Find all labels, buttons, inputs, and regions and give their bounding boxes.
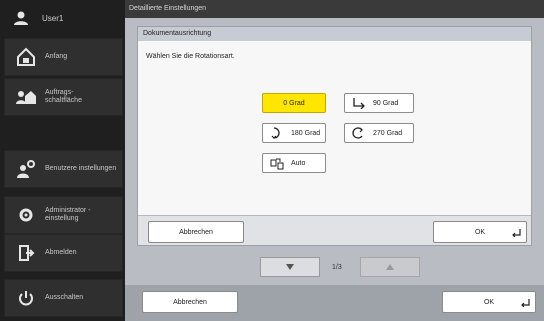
dialog-ok-button[interactable]: OK xyxy=(433,221,527,243)
option-label: 90 Grad xyxy=(373,99,399,107)
button-label: OK xyxy=(483,298,495,306)
option-0-grad[interactable]: 0 Grad xyxy=(262,93,326,113)
sidebar-item-user-settings[interactable]: Benutzere instellungen xyxy=(4,150,123,188)
rotate-90-icon xyxy=(351,96,367,110)
option-label: 270 Grad xyxy=(373,129,403,137)
sidebar-item-logout[interactable]: Abmelden xyxy=(4,234,123,272)
triangle-up-icon xyxy=(386,263,394,272)
enter-icon xyxy=(520,299,530,309)
sidebar-item-label: Abmelden xyxy=(45,249,77,256)
enter-icon xyxy=(511,229,521,239)
page-down-button[interactable] xyxy=(260,257,320,277)
page-indicator: 1/3 xyxy=(332,264,342,271)
admin-settings-icon xyxy=(15,204,37,226)
option-label: Auto xyxy=(291,159,306,167)
dialog-body: Wählen Sie die Rotationsart. 0 Grad 90 G… xyxy=(138,41,531,215)
option-label: 180 Grad xyxy=(291,129,321,137)
cancel-button[interactable]: Abbrechen xyxy=(142,291,238,313)
user-settings-icon xyxy=(15,158,37,180)
main-area: Detaillierte Einstellungen Dokumentausri… xyxy=(125,0,544,321)
ok-button[interactable]: OK xyxy=(442,291,536,313)
sidebar-item-label: Auftrags- schaltfläche xyxy=(45,89,82,104)
sidebar-item-power[interactable]: Ausschalten xyxy=(4,279,123,317)
option-270-grad[interactable]: 270 Grad xyxy=(344,123,414,143)
user-icon xyxy=(10,7,32,29)
orientation-dialog: Dokumentausrichtung Wählen Sie die Rotat… xyxy=(137,26,532,246)
sidebar-item-label: Anfang xyxy=(45,53,68,60)
option-label: 0 Grad xyxy=(283,99,305,107)
sidebar-item-admin-settings[interactable]: Administrator - einstellung xyxy=(4,196,123,234)
sidebar-item-home[interactable]: Anfang xyxy=(4,38,123,76)
page-up-button[interactable] xyxy=(360,257,420,277)
job-buttons-icon xyxy=(15,86,37,108)
button-label: OK xyxy=(474,228,486,236)
option-180-grad[interactable]: 180 Grad xyxy=(262,123,326,143)
power-icon xyxy=(15,287,37,309)
sidebar-item-label: Benutzere instellungen xyxy=(45,165,117,172)
sidebar: User1 Anfang Auftrags- schaltfläche Benu… xyxy=(0,0,125,321)
dialog-footer: Abbrechen OK xyxy=(138,215,531,245)
bottom-bar: Abbrechen OK xyxy=(125,285,544,321)
rotate-180-icon xyxy=(269,126,285,140)
dialog-cancel-button[interactable]: Abbrechen xyxy=(148,221,244,243)
sidebar-item-label: Ausschalten xyxy=(45,294,84,301)
dialog-prompt: Wählen Sie die Rotationsart. xyxy=(146,53,235,60)
user-row: User1 xyxy=(0,0,125,36)
sidebar-item-job-buttons[interactable]: Auftrags- schaltfläche xyxy=(4,78,123,116)
sidebar-item-label: Administrator - einstellung xyxy=(45,207,91,222)
home-icon xyxy=(15,46,37,68)
option-auto[interactable]: Auto xyxy=(262,153,326,173)
triangle-down-icon xyxy=(286,263,294,272)
button-label: Abbrechen xyxy=(173,298,207,306)
logout-icon xyxy=(15,242,37,264)
rotate-270-icon xyxy=(351,126,367,140)
auto-rotate-icon xyxy=(269,156,285,170)
page-title: Detaillierte Einstellungen xyxy=(125,0,544,18)
button-label: Abbrechen xyxy=(179,228,213,236)
user-name: User1 xyxy=(42,13,64,23)
option-90-grad[interactable]: 90 Grad xyxy=(344,93,414,113)
dialog-title: Dokumentausrichtung xyxy=(138,27,531,41)
